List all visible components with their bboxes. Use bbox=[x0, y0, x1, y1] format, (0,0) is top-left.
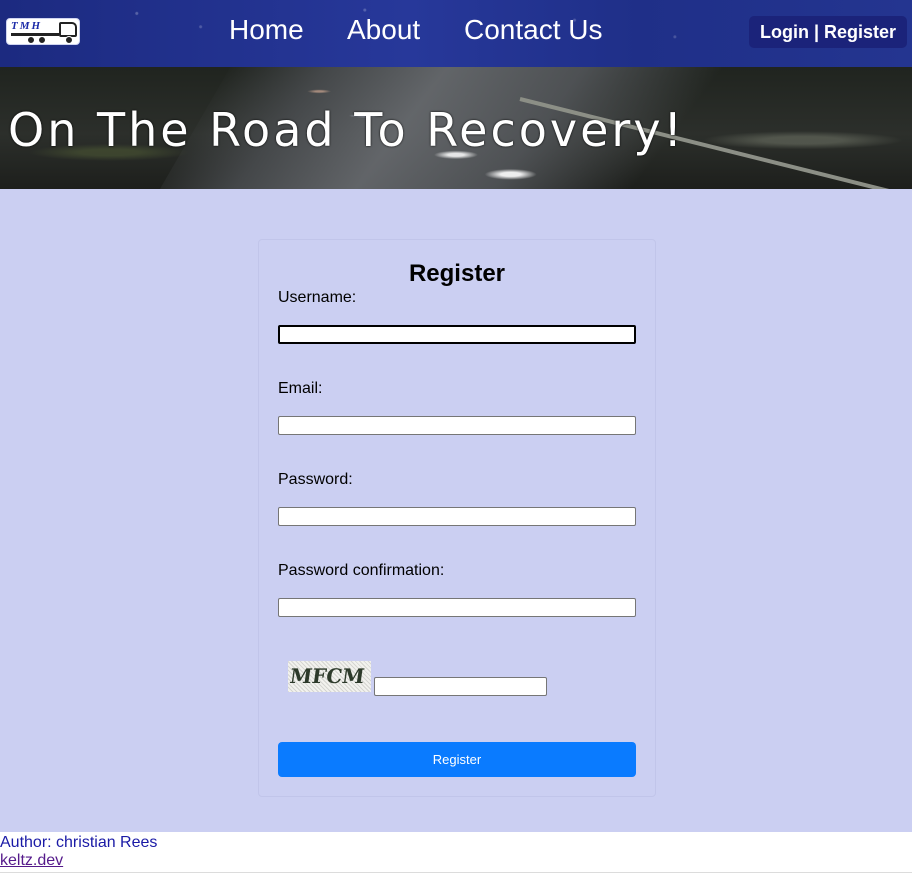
register-button[interactable]: Register bbox=[278, 742, 636, 777]
form-title: Register bbox=[408, 260, 506, 287]
email-input[interactable] bbox=[278, 416, 636, 435]
password-confirmation-input[interactable] bbox=[278, 598, 636, 617]
footer: Author: christian Rees keltz.dev bbox=[0, 832, 912, 873]
username-label: Username: bbox=[278, 289, 357, 306]
auth-separator: | bbox=[813, 21, 819, 42]
captcha-image: MFCM bbox=[288, 661, 371, 692]
footer-author: Author: christian Rees bbox=[0, 834, 158, 851]
email-label: Email: bbox=[278, 380, 323, 397]
register-card: Register Username: Email: Password: Pass… bbox=[258, 239, 656, 797]
footer-site-link[interactable]: keltz.dev bbox=[0, 852, 63, 870]
password-confirmation-label: Password confirmation: bbox=[278, 562, 445, 579]
password-label: Password: bbox=[278, 471, 353, 488]
nav-link-contact[interactable]: Contact Us bbox=[464, 14, 603, 46]
login-link[interactable]: Login bbox=[760, 22, 809, 43]
auth-box: Login | Register bbox=[749, 16, 907, 48]
navbar: TMH Home About Contact Us Login | Regist… bbox=[0, 0, 912, 67]
wheel-icon bbox=[38, 36, 46, 44]
register-link[interactable]: Register bbox=[824, 22, 896, 43]
truck-bed-icon bbox=[11, 33, 59, 36]
captcha-input[interactable] bbox=[374, 677, 547, 696]
logo-text: TMH bbox=[11, 20, 43, 32]
site-logo[interactable]: TMH bbox=[6, 18, 80, 45]
hero-title: On The Road To Recovery! bbox=[8, 103, 685, 157]
main-content: Register Username: Email: Password: Pass… bbox=[0, 189, 912, 832]
wheel-icon bbox=[27, 36, 35, 44]
wheel-icon bbox=[65, 36, 73, 44]
captcha-code: MFCM bbox=[288, 664, 367, 688]
nav-link-home[interactable]: Home bbox=[229, 14, 304, 46]
truck-cab-icon bbox=[59, 22, 77, 37]
password-input[interactable] bbox=[278, 507, 636, 526]
nav-link-about[interactable]: About bbox=[347, 14, 420, 46]
username-input[interactable] bbox=[278, 325, 636, 344]
hero-banner: On The Road To Recovery! bbox=[0, 67, 912, 189]
